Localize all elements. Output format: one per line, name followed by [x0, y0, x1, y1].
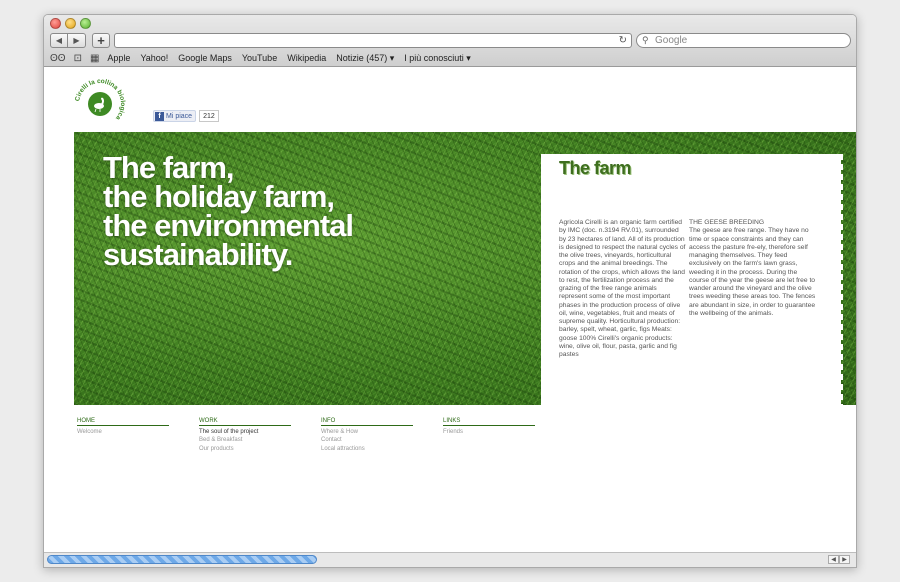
nav-link-contact[interactable]: Contact	[321, 436, 443, 444]
headline-line: sustainability.	[103, 237, 293, 272]
headline-line: the environmental	[103, 208, 354, 243]
horizontal-scrollbar: ◀ ▶	[44, 552, 856, 567]
plus-icon: +	[97, 33, 105, 48]
hero-grass-banner: The farm, the holiday farm, the environm…	[74, 132, 856, 405]
scroll-left-button[interactable]: ◀	[828, 555, 839, 564]
like-label: Mi piace	[166, 112, 193, 120]
scroll-arrows: ◀ ▶	[828, 555, 850, 564]
facebook-like-button[interactable]: f Mi piace	[153, 110, 197, 122]
minimize-window-button[interactable]	[65, 18, 76, 29]
facebook-icon: f	[155, 111, 164, 121]
nav-heading-work[interactable]: WORK	[199, 418, 291, 426]
nav-link-our-products[interactable]: Our products	[199, 445, 321, 453]
bookmark-yahoo[interactable]: Yahoo!	[140, 53, 168, 63]
nav-heading-links[interactable]: LINKS	[443, 418, 535, 426]
bookmark-most-visited[interactable]: I più conosciuti ▾	[404, 53, 471, 64]
panel-title: The farm	[559, 158, 632, 178]
back-button[interactable]: ◀	[50, 33, 68, 48]
nav-link-soul-of-project[interactable]: The soul of the project	[199, 428, 321, 436]
farm-info-panel: The farm Agricola Cirelli is an organic …	[541, 154, 841, 405]
nav-column-home: HOME Welcome	[77, 418, 199, 453]
nav-link-where-how[interactable]: Where & How	[321, 428, 443, 436]
bookmark-google-maps[interactable]: Google Maps	[178, 53, 232, 63]
back-arrow-icon: ◀	[55, 36, 63, 45]
bookmark-youtube[interactable]: YouTube	[242, 53, 277, 63]
nav-heading-info[interactable]: INFO	[321, 418, 413, 426]
reading-glasses-icon[interactable]: ʘʘ	[50, 53, 66, 64]
forward-arrow-icon: ▶	[73, 36, 80, 45]
zoom-window-button[interactable]	[80, 18, 91, 29]
geese-breeding-section: THE GEESE BREEDING The geese are free ra…	[689, 219, 819, 318]
nav-link-local-attractions[interactable]: Local attractions	[321, 445, 443, 453]
nav-link-bed-breakfast[interactable]: Bed & Breakfast	[199, 436, 321, 444]
bookmark-wikipedia[interactable]: Wikipedia	[287, 53, 326, 63]
geese-text: The geese are free range. They have no t…	[689, 227, 816, 317]
torn-paper-edge	[831, 154, 843, 405]
history-buttons: ◀ ▶	[50, 33, 86, 48]
nav-column-info: INFO Where & How Contact Local attractio…	[321, 418, 443, 453]
scroll-right-button[interactable]: ▶	[839, 555, 850, 564]
web-page: Cirelli la collina biologica f Mi piace …	[44, 67, 856, 555]
scrollbar-thumb[interactable]	[47, 555, 317, 564]
bookmark-apple[interactable]: Apple	[107, 53, 130, 63]
address-bar[interactable]: ↻	[114, 33, 632, 48]
facebook-like: f Mi piace 212	[153, 110, 219, 122]
search-input[interactable]: ⚲ Google	[636, 33, 851, 48]
bookmark-notizie[interactable]: Notizie (457) ▾	[336, 53, 394, 64]
forward-button[interactable]: ▶	[68, 33, 86, 48]
headline-line: the holiday farm,	[103, 179, 335, 214]
browser-toolbar: ◀ ▶ + ↻ ⚲ Google ʘʘ ⊡ ▦ Apple Yahoo! Goo…	[44, 15, 856, 67]
window-controls	[50, 18, 91, 29]
grid-icon[interactable]: ▦	[90, 53, 99, 64]
geese-heading: THE GEESE BREEDING	[689, 219, 765, 226]
cirelli-logo[interactable]: Cirelli la collina biologica	[74, 78, 126, 130]
like-count: 212	[199, 110, 219, 122]
add-bookmark-button[interactable]: +	[92, 33, 110, 48]
open-book-icon[interactable]: ⊡	[74, 53, 82, 64]
reload-icon[interactable]: ↻	[619, 34, 627, 48]
nav-link-friends[interactable]: Friends	[443, 428, 565, 436]
nav-link-welcome[interactable]: Welcome	[77, 428, 199, 436]
farm-description: Agricola Cirelli is an organic farm cert…	[559, 219, 686, 358]
bookmarks-bar: ʘʘ ⊡ ▦ Apple Yahoo! Google Maps YouTube …	[50, 52, 481, 64]
nav-heading-home[interactable]: HOME	[77, 418, 169, 426]
headline-line: The farm,	[103, 150, 235, 185]
nav-column-links: LINKS Friends	[443, 418, 565, 453]
close-window-button[interactable]	[50, 18, 61, 29]
footer-navigation: HOME Welcome WORK The soul of the projec…	[77, 418, 565, 453]
hero-headline: The farm, the holiday farm, the environm…	[103, 150, 354, 272]
nav-column-work: WORK The soul of the project Bed & Break…	[199, 418, 321, 453]
browser-window: ◀ ▶ + ↻ ⚲ Google ʘʘ ⊡ ▦ Apple Yahoo! Goo…	[43, 14, 857, 568]
magnifier-icon: ⚲	[642, 35, 649, 45]
search-placeholder: Google	[655, 35, 688, 46]
